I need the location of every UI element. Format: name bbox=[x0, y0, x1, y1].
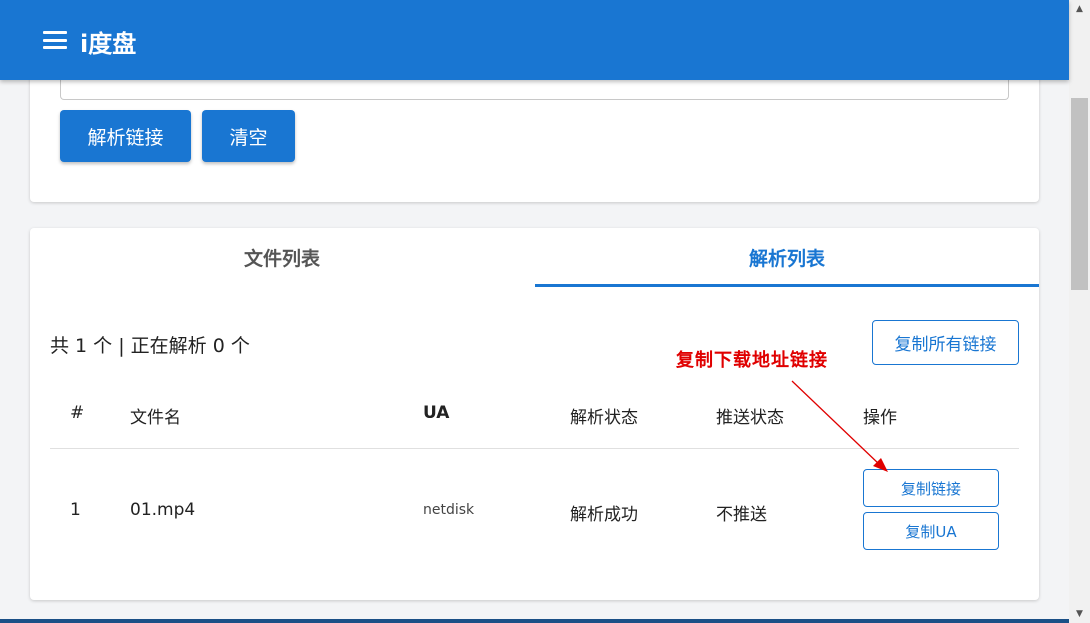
scroll-down-arrow-icon[interactable]: ▼ bbox=[1069, 609, 1090, 619]
annotation-arrow-icon bbox=[791, 380, 888, 472]
scrollbar-thumb[interactable] bbox=[1071, 98, 1088, 290]
scroll-up-arrow-icon[interactable]: ▲ bbox=[1069, 4, 1090, 14]
hamburger-menu-icon[interactable] bbox=[43, 31, 67, 49]
app-bar: i度盘 bbox=[0, 0, 1069, 80]
vertical-scrollbar[interactable]: ▲ ▼ bbox=[1069, 0, 1090, 623]
app-title: i度盘 bbox=[80, 30, 137, 58]
